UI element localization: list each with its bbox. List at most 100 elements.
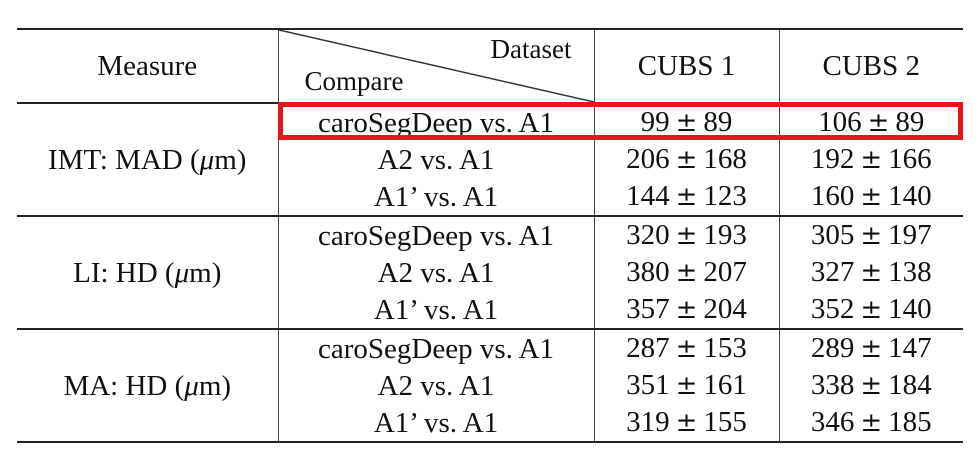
measure-text: IMT: MAD ( <box>48 143 200 176</box>
cubs2-sd: 138 <box>888 256 932 288</box>
cubs1-value-cell: 357 ±204 <box>593 291 779 330</box>
cubs1-mean: 287 <box>626 332 670 364</box>
cubs2-mean: 352 <box>810 293 855 325</box>
plus-minus-symbol: ± <box>675 182 698 212</box>
cubs2-sd: 166 <box>888 143 932 175</box>
measure-label: IMT: MAD (μm) <box>17 103 278 217</box>
measure-text: MA: HD ( <box>63 369 185 402</box>
cubs1-sd: 161 <box>703 369 747 401</box>
cubs1-sd: 168 <box>703 143 747 175</box>
header-measure: Measure <box>17 28 278 104</box>
cubs2-sd: 140 <box>888 180 932 212</box>
plus-minus-symbol: ± <box>860 408 883 438</box>
plus-minus-symbol: ± <box>675 108 698 138</box>
plus-minus-symbol: ± <box>860 334 883 364</box>
plus-minus-symbol: ± <box>860 221 883 251</box>
cubs1-mean: 357 <box>626 293 670 325</box>
table-row: MA: HD (μm) caroSegDeep vs. A1 287 ±153 289 ±… <box>17 329 963 443</box>
cubs2-sd: 140 <box>888 293 932 325</box>
cubs2-sd: 185 <box>888 406 932 438</box>
cubs1-mean: 351 <box>626 369 670 401</box>
cubs2-value-cell: 289 ±147 <box>778 329 963 367</box>
cubs2-sd: 184 <box>888 369 932 401</box>
cubs1-sd: 153 <box>703 332 747 364</box>
results-table: Measure Dataset Compare CUBS 1 CUBS 2 IM… <box>17 28 963 443</box>
table-body: IMT: MAD (μm) caroSegDeep vs. A1 99 ±89 106 ±… <box>17 103 963 443</box>
compare-cell: caroSegDeep vs. A1 <box>277 329 594 367</box>
cubs2-sd: 89 <box>895 106 925 138</box>
plus-minus-symbol: ± <box>675 334 698 364</box>
cubs2-mean: 338 <box>810 369 855 401</box>
cubs1-sd: 155 <box>703 406 747 438</box>
header-cubs1: CUBS 1 <box>593 28 779 104</box>
cubs1-value-cell: 351 ±161 <box>593 367 779 404</box>
plus-minus-symbol: ± <box>675 408 698 438</box>
cubs2-value-cell: 327 ±138 <box>778 254 963 291</box>
cubs1-mean: 320 <box>626 219 670 251</box>
cubs1-value-cell: 320 ±193 <box>593 216 779 254</box>
measure-unit-mu: μ <box>199 143 215 176</box>
plus-minus-symbol: ± <box>860 295 883 325</box>
cubs2-mean: 327 <box>810 256 855 288</box>
cubs1-value-cell: 144 ±123 <box>593 178 779 217</box>
compare-cell: caroSegDeep vs. A1 <box>277 103 594 141</box>
plus-minus-symbol: ± <box>675 295 698 325</box>
cubs2-mean: 106 <box>818 106 862 138</box>
measure-label: LI: HD (μm) <box>17 216 278 330</box>
compare-cell: A1’ vs. A1 <box>277 404 594 443</box>
cubs2-mean: 289 <box>810 332 855 364</box>
measure-unit-mu: μ <box>174 256 190 289</box>
table-row: IMT: MAD (μm) caroSegDeep vs. A1 99 ±89 106 ±… <box>17 103 963 217</box>
cubs1-sd: 207 <box>703 256 747 288</box>
cubs2-mean: 192 <box>810 143 855 175</box>
compare-cell: caroSegDeep vs. A1 <box>277 216 594 254</box>
plus-minus-symbol: ± <box>860 371 883 401</box>
cubs1-mean: 380 <box>626 256 670 288</box>
cubs2-value-cell: 346 ±185 <box>778 404 963 443</box>
header-row: Measure Dataset Compare CUBS 1 CUBS 2 <box>17 28 963 104</box>
header-compare: Compare <box>304 66 404 96</box>
cubs1-mean: 99 <box>640 106 670 138</box>
measure-unit-mu: μ <box>184 369 199 402</box>
compare-cell: A1’ vs. A1 <box>277 178 594 217</box>
plus-minus-symbol: ± <box>860 258 883 288</box>
compare-cell: A2 vs. A1 <box>277 367 594 404</box>
cubs1-sd: 123 <box>703 180 747 212</box>
cubs2-value-cell: 160 ±140 <box>778 178 963 217</box>
cubs2-sd: 147 <box>888 332 932 364</box>
cubs1-value-cell: 287 ±153 <box>593 329 779 367</box>
cubs1-value-cell: 206 ±168 <box>593 141 779 178</box>
results-table-container: Measure Dataset Compare CUBS 1 CUBS 2 IM… <box>17 28 963 443</box>
measure-unit-suffix: m) <box>189 256 222 289</box>
compare-cell: A1’ vs. A1 <box>277 291 594 330</box>
table-row: LI: HD (μm) caroSegDeep vs. A1 320 ±193 305 ±… <box>17 216 963 330</box>
cubs2-mean: 346 <box>810 406 855 438</box>
plus-minus-symbol: ± <box>860 182 883 212</box>
measure-text: LI: HD ( <box>73 256 175 289</box>
plus-minus-symbol: ± <box>675 371 698 401</box>
measure-unit-suffix: m) <box>214 143 247 176</box>
plus-minus-symbol: ± <box>860 145 883 175</box>
compare-cell: A2 vs. A1 <box>277 254 594 291</box>
cubs1-sd: 193 <box>703 219 747 251</box>
cubs1-mean: 144 <box>626 180 670 212</box>
plus-minus-symbol: ± <box>867 108 890 138</box>
measure-unit-suffix: m) <box>198 369 232 402</box>
cubs2-value-cell: 352 ±140 <box>778 291 963 330</box>
cubs1-value-cell: 99 ±89 <box>593 103 779 141</box>
cubs2-value-cell: 305 ±197 <box>778 216 963 254</box>
cubs1-value-cell: 380 ±207 <box>593 254 779 291</box>
cubs1-sd: 204 <box>703 293 747 325</box>
cubs2-sd: 197 <box>888 219 932 251</box>
plus-minus-symbol: ± <box>675 145 698 175</box>
measure-label: MA: HD (μm) <box>17 329 278 443</box>
cubs1-value-cell: 319 ±155 <box>593 404 779 443</box>
cubs2-value-cell: 192 ±166 <box>778 141 963 178</box>
compare-cell: A2 vs. A1 <box>277 141 594 178</box>
cubs2-value-cell: 338 ±184 <box>778 367 963 404</box>
cubs1-mean: 206 <box>626 143 670 175</box>
plus-minus-symbol: ± <box>675 258 698 288</box>
plus-minus-symbol: ± <box>675 221 698 251</box>
header-dataset: Dataset <box>490 34 572 64</box>
cubs2-value-cell: 106 ±89 <box>778 103 963 141</box>
